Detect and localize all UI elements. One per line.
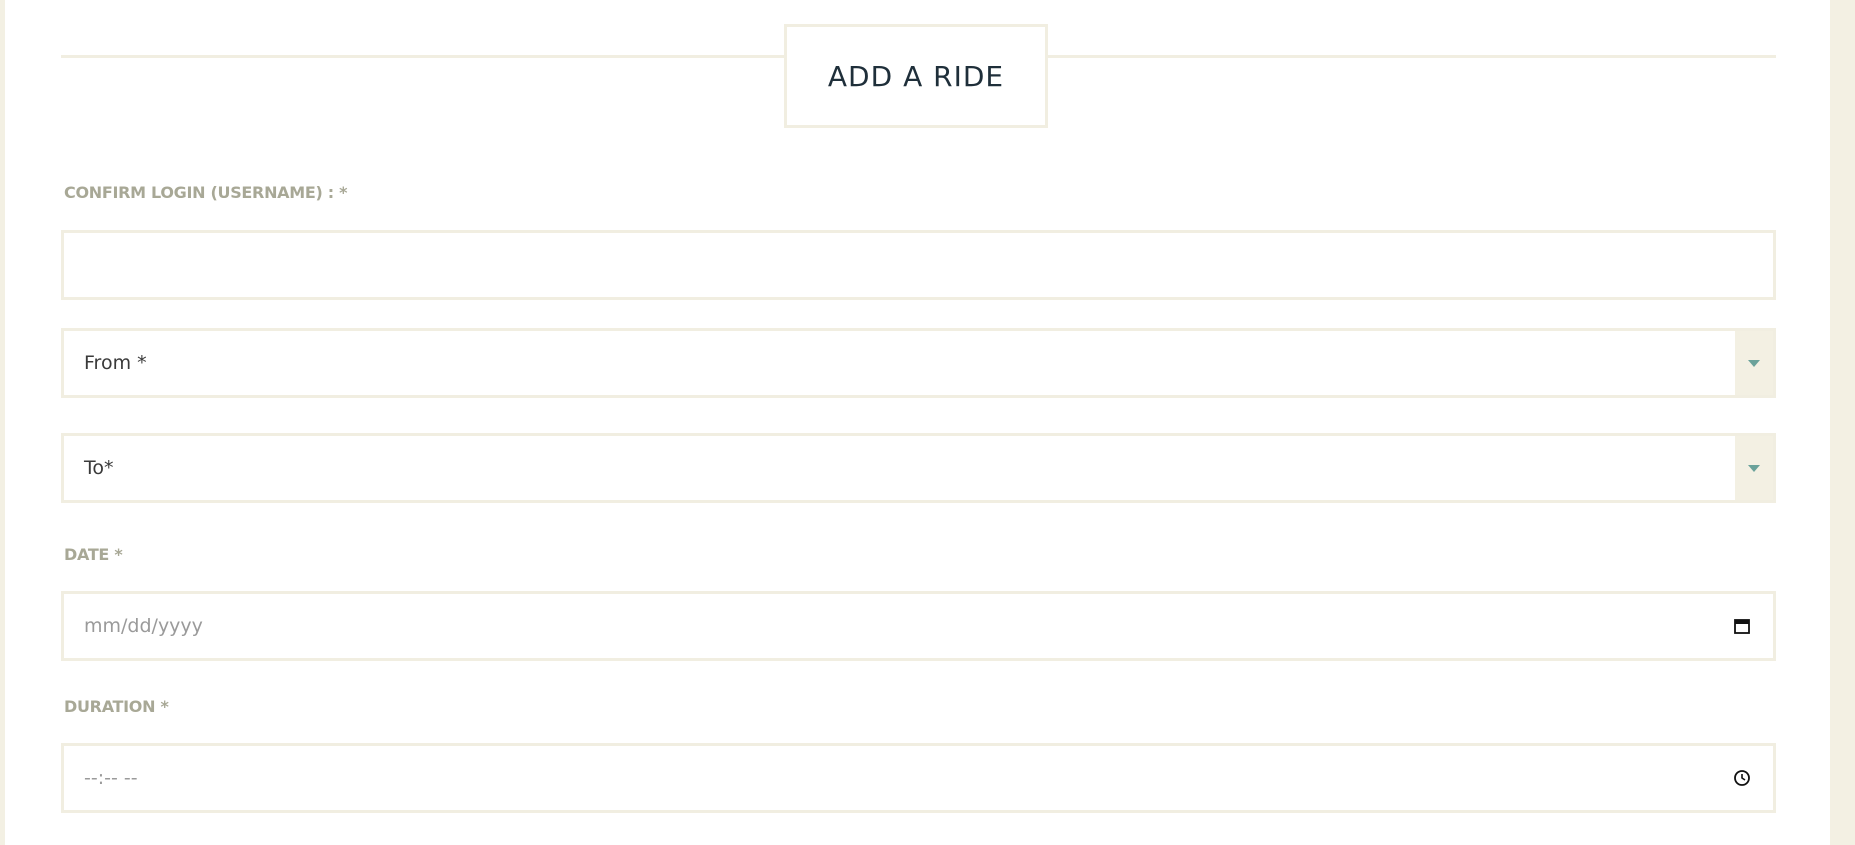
calendar-icon[interactable] — [1733, 617, 1751, 635]
caret-down-icon — [1748, 359, 1760, 367]
duration-placeholder: --:-- -- — [84, 767, 138, 789]
page-title: ADD A RIDE — [827, 59, 1005, 93]
date-label: DATE * — [64, 545, 123, 564]
date-field[interactable]: mm/dd/yyyy — [61, 591, 1776, 661]
page-background-strip — [1830, 0, 1855, 845]
username-label: CONFIRM LOGIN (USERNAME) : * — [64, 183, 348, 202]
from-select-toggle[interactable] — [1735, 331, 1773, 395]
form-panel: ADD A RIDE CONFIRM LOGIN (USERNAME) : * … — [5, 0, 1830, 845]
username-input[interactable] — [64, 233, 1773, 297]
to-select-text: To* — [84, 457, 114, 479]
clock-icon[interactable] — [1733, 769, 1751, 787]
username-field[interactable] — [61, 230, 1776, 300]
to-select[interactable]: To* — [61, 433, 1776, 503]
to-select-toggle[interactable] — [1735, 436, 1773, 500]
from-select[interactable]: From * — [61, 328, 1776, 398]
caret-down-icon — [1748, 464, 1760, 472]
duration-label: DURATION * — [64, 697, 169, 716]
from-select-text: From * — [84, 352, 147, 374]
title-box: ADD A RIDE — [784, 24, 1048, 128]
duration-field[interactable]: --:-- -- — [61, 743, 1776, 813]
date-placeholder: mm/dd/yyyy — [84, 615, 203, 637]
